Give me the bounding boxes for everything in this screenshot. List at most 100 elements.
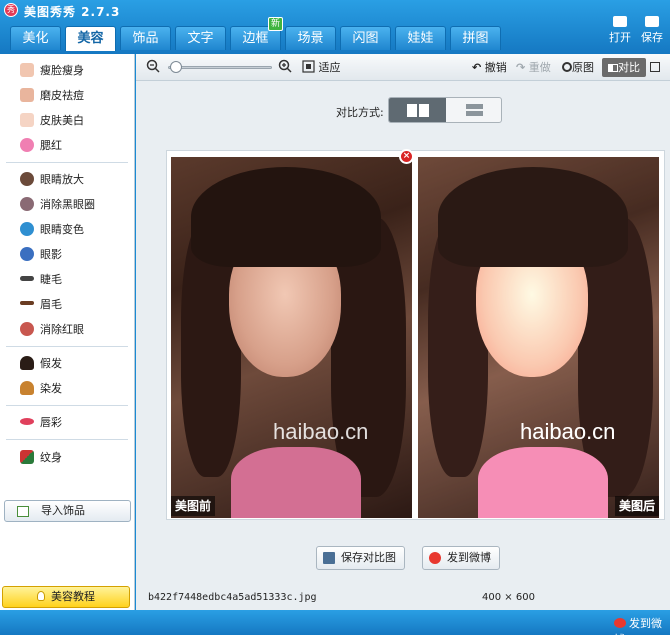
zoom-slider[interactable]	[168, 66, 272, 69]
sidebar-item-hair-dye[interactable]: 染发	[20, 379, 62, 399]
original-button[interactable]: 原图	[562, 59, 594, 77]
sidebar-item-label: 消除红眼	[40, 323, 84, 336]
blush-icon	[20, 138, 34, 152]
fit-label: 适应	[318, 61, 341, 74]
weibo-icon	[429, 552, 441, 564]
divider	[6, 346, 128, 347]
redo-icon: ↷	[516, 61, 526, 74]
compare-mode-label: 对比方式:	[336, 106, 384, 119]
zoom-in-button[interactable]	[278, 59, 292, 77]
before-photo: haibao.cn 美图前	[171, 157, 412, 518]
zoom-slider-handle[interactable]	[169, 61, 182, 73]
stacked-mode-button[interactable]	[446, 98, 501, 122]
compare-mode-switch	[388, 97, 502, 123]
more-toolbar-button[interactable]	[650, 59, 670, 77]
tab-collage[interactable]: 拼图	[450, 26, 501, 50]
sidebar-item-eyeshadow[interactable]: 眼影	[20, 245, 62, 265]
eyelash-icon	[20, 276, 34, 281]
undo-label: 撤销	[484, 61, 507, 74]
sidebar-item-dark-circle[interactable]: 消除黑眼圈	[20, 195, 95, 215]
cosmetic-tutorial-button[interactable]: 美容教程	[2, 586, 130, 608]
hair-dye-icon	[20, 381, 34, 395]
weibo-share-link[interactable]: 发到微博	[614, 615, 670, 635]
fit-icon	[302, 60, 315, 73]
send-weibo-button[interactable]: 发到微博	[422, 546, 500, 570]
tab-flash[interactable]: 闪图	[340, 26, 391, 50]
shirt-shape	[231, 447, 361, 518]
tab-doll[interactable]: 娃娃	[395, 26, 446, 50]
times-sign: ×	[504, 592, 513, 603]
view-toolbar: 适应 ↶ 撤销 ↷ 重做 原图 对比	[136, 54, 670, 81]
sidebar-item-tattoo[interactable]: 纹身	[20, 448, 62, 468]
status-bar: b422f7448edbc4a5ad51333c.jpg 400 × 600	[136, 586, 670, 610]
title-bar: 秀 美图秀秀 2.7.3 美化 美容 饰品 文字 边框新 场景 闪图 娃娃 拼图…	[0, 0, 670, 54]
compare-canvas: haibao.cn 美图前 haibao.cn 美图后 ×	[166, 149, 665, 520]
undo-button[interactable]: ↶ 撤销	[472, 59, 507, 77]
folder-icon	[613, 16, 627, 27]
sidebar-item-eye-color[interactable]: 眼睛变色	[20, 220, 84, 240]
sidebar-item-wig[interactable]: 假发	[20, 354, 62, 374]
sidebar-item-skin-smooth[interactable]: 磨皮祛痘	[20, 86, 84, 106]
tab-cosmetic[interactable]: 美容	[65, 26, 116, 51]
lightbulb-icon	[37, 591, 45, 601]
tutorial-label: 美容教程	[51, 590, 95, 603]
open-label: 打开	[609, 31, 631, 44]
disk-icon	[323, 552, 335, 564]
sidebar-item-label: 皮肤美白	[40, 114, 84, 127]
original-icon	[562, 62, 572, 72]
app-title: 美图秀秀 2.7.3	[24, 5, 121, 19]
undo-icon: ↶	[472, 61, 482, 74]
sidebar-item-eyelash[interactable]: 睫毛	[20, 270, 62, 290]
zoom-out-button[interactable]	[146, 59, 160, 77]
tab-beautify[interactable]: 美化	[10, 26, 61, 50]
close-compare-icon[interactable]: ×	[399, 149, 414, 164]
bottom-bar: 发到微博	[0, 610, 670, 635]
app-logo: 秀	[4, 3, 18, 17]
sidebar-item-eyebrow[interactable]: 眉毛	[20, 295, 62, 315]
dark-circle-icon	[20, 197, 34, 211]
compare-button[interactable]: 对比	[602, 58, 646, 77]
status-dimensions: 400 × 600	[482, 592, 535, 603]
zoom-out-icon	[146, 59, 160, 73]
sidebar-item-red-eye[interactable]: 消除红眼	[20, 320, 84, 340]
top-pane-glyph	[466, 104, 483, 109]
sidebar-item-label: 磨皮祛痘	[40, 89, 84, 102]
sidebar-item-label: 眼影	[40, 248, 62, 261]
sidebar-item-eye-enlarge[interactable]: 眼睛放大	[20, 170, 84, 190]
sidebar-item-label: 染发	[40, 382, 62, 395]
skin-smooth-icon	[20, 88, 34, 102]
save-button[interactable]: 保存	[638, 16, 666, 45]
sidebar-item-lip-color[interactable]: 唇彩	[20, 413, 62, 433]
original-label: 原图	[572, 61, 594, 74]
sidebar-item-label: 眼睛放大	[40, 173, 84, 186]
sidebar-item-skin-whiten[interactable]: 皮肤美白	[20, 111, 84, 131]
image-height: 600	[515, 592, 535, 603]
bangs-shape	[438, 167, 628, 267]
divider	[6, 439, 128, 440]
sidebar-item-label: 纹身	[40, 451, 62, 464]
shirt-shape	[478, 447, 608, 518]
import-icon	[17, 506, 29, 517]
after-photo: haibao.cn 美图后	[418, 157, 659, 518]
save-compare-button[interactable]: 保存对比图	[316, 546, 405, 570]
tab-scene[interactable]: 场景	[285, 26, 336, 50]
side-by-side-mode-button[interactable]	[389, 98, 446, 122]
redo-button[interactable]: ↷ 重做	[516, 59, 551, 77]
sidebar-item-label: 瘦脸瘦身	[40, 64, 84, 77]
cosmetic-sidebar: 瘦脸瘦身 磨皮祛痘 皮肤美白 腮红 眼睛放大 消除黑眼圈 眼睛变色 眼影 睫毛 …	[0, 54, 135, 610]
zoom-in-icon	[278, 59, 292, 73]
tab-frame[interactable]: 边框新	[230, 17, 283, 50]
sidebar-item-blush[interactable]: 腮红	[20, 136, 62, 156]
tab-text[interactable]: 文字	[175, 26, 226, 50]
redo-label: 重做	[528, 61, 551, 74]
open-button[interactable]: 打开	[606, 16, 634, 45]
sidebar-item-face-slim[interactable]: 瘦脸瘦身	[20, 61, 84, 81]
fit-button[interactable]: 适应	[302, 59, 341, 77]
red-eye-icon	[20, 322, 34, 336]
sidebar-item-label: 腮红	[40, 139, 62, 152]
tab-accessories[interactable]: 饰品	[120, 26, 171, 50]
tab-frame-label: 边框	[242, 31, 269, 46]
new-badge: 新	[267, 17, 283, 31]
import-accessory-button[interactable]: 导入饰品	[4, 500, 131, 522]
sidebar-item-label: 睫毛	[40, 273, 62, 286]
